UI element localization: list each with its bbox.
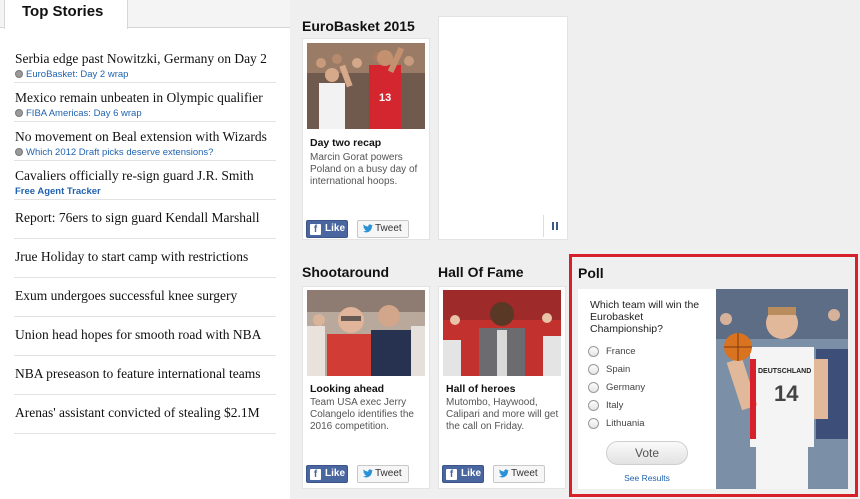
coaches-image: [307, 290, 425, 376]
card-headline[interactable]: Day two recap: [310, 137, 381, 149]
card-summary: Mutombo, Haywood, Calipari and more will…: [446, 397, 559, 432]
card-summary: Team USA exec Jerry Colangelo identifies…: [310, 397, 414, 432]
radio-button[interactable]: [588, 382, 599, 393]
svg-text:13: 13: [379, 92, 391, 104]
story-item[interactable]: Exum undergoes successful knee surgery: [14, 278, 276, 317]
poll-option-spain[interactable]: Spain: [588, 363, 698, 377]
radio-button[interactable]: [588, 400, 599, 411]
shootaround-photo[interactable]: [307, 290, 425, 376]
poll-option-germany[interactable]: Germany: [588, 381, 698, 395]
eurobasket-photo[interactable]: 13: [307, 43, 425, 129]
facebook-like-button[interactable]: f Like: [442, 465, 484, 483]
top-stories-panel: Top Stories Serbia edge past Nowitzki, G…: [0, 0, 290, 499]
germany-player-image: DEUTSCHLAND 14: [716, 289, 848, 489]
card-headline[interactable]: Hall of heroes: [446, 383, 515, 395]
dot-icon: [15, 148, 23, 156]
story-sublink[interactable]: Free Agent Tracker: [15, 186, 101, 197]
story-item[interactable]: Cavaliers officially re-sign guard J.R. …: [14, 161, 276, 200]
facebook-like-button[interactable]: f Like: [306, 465, 348, 483]
poll-option-italy[interactable]: Italy: [588, 399, 698, 413]
hall-of-fame-photo[interactable]: [443, 290, 561, 376]
dot-icon: [15, 70, 23, 78]
radio-button[interactable]: [588, 418, 599, 429]
story-item[interactable]: No movement on Beal extension with Wizar…: [14, 122, 276, 161]
story-headline[interactable]: Exum undergoes successful knee surgery: [15, 288, 237, 304]
tweet-button[interactable]: Tweet: [493, 465, 545, 483]
poll-widget: Which team will win the Eurobasket Champ…: [578, 289, 848, 489]
story-headline[interactable]: Jrue Holiday to start camp with restrict…: [15, 249, 248, 265]
tab-top-stories-label: Top Stories: [22, 3, 104, 20]
section-title-hall-of-fame: Hall Of Fame: [438, 264, 524, 280]
story-item[interactable]: Union head hopes for smooth road with NB…: [14, 317, 276, 356]
ad-panel: [438, 16, 568, 240]
story-item[interactable]: Arenas' assistant convicted of stealing …: [14, 395, 276, 434]
card-shootaround[interactable]: Looking ahead Team USA exec Jerry Colang…: [302, 286, 430, 489]
pause-icon: [552, 222, 554, 230]
story-headline[interactable]: Mexico remain unbeaten in Olympic qualif…: [15, 90, 263, 106]
basketball-players-image: 13: [307, 43, 425, 129]
story-headline[interactable]: Union head hopes for smooth road with NB…: [15, 327, 261, 343]
facebook-icon: f: [310, 224, 321, 235]
poll-question: Which team will win the Eurobasket Champ…: [590, 299, 700, 335]
svg-text:14: 14: [774, 381, 799, 406]
section-title-shootaround: Shootaround: [302, 264, 390, 280]
story-headline[interactable]: NBA preseason to feature international t…: [15, 366, 261, 382]
facebook-icon: f: [310, 469, 321, 480]
card-headline[interactable]: Looking ahead: [310, 383, 384, 395]
tweet-button[interactable]: Tweet: [357, 220, 409, 238]
radio-button[interactable]: [588, 364, 599, 375]
dot-icon: [15, 109, 23, 117]
facebook-like-button[interactable]: f Like: [306, 220, 348, 238]
radio-button[interactable]: [588, 346, 599, 357]
story-item[interactable]: NBA preseason to feature international t…: [14, 356, 276, 395]
stories-tab-bar: Top Stories: [0, 0, 290, 29]
story-item[interactable]: Jrue Holiday to start camp with restrict…: [14, 239, 276, 278]
card-summary: Marcin Gorat powers Poland on a busy day…: [310, 152, 418, 187]
card-hall-of-fame[interactable]: Hall of heroes Mutombo, Haywood, Calipar…: [438, 286, 566, 489]
featured-area: EuroBasket 2015 13 Day two recap Marcin …: [290, 0, 860, 499]
poll-option-lithuania[interactable]: Lithuania: [588, 417, 698, 431]
section-title-eurobasket: EuroBasket 2015: [302, 18, 415, 34]
vote-button[interactable]: Vote: [606, 441, 688, 465]
pause-button[interactable]: [543, 215, 565, 237]
twitter-bird-icon: [363, 469, 373, 478]
card-eurobasket[interactable]: 13 Day two recap Marcin Gorat powers Pol…: [302, 38, 430, 240]
tweet-button[interactable]: Tweet: [357, 465, 409, 483]
facebook-icon: f: [446, 469, 457, 480]
story-item[interactable]: Serbia edge past Nowitzki, Germany on Da…: [14, 44, 276, 83]
tab-top-stories[interactable]: Top Stories: [4, 0, 128, 29]
story-sublink[interactable]: Which 2012 Draft picks deserve extension…: [15, 147, 213, 158]
story-headline[interactable]: Report: 76ers to sign guard Kendall Mars…: [15, 210, 259, 226]
poll-photo: DEUTSCHLAND 14: [716, 289, 848, 489]
story-sublink[interactable]: FIBA Americas: Day 6 wrap: [15, 108, 142, 119]
story-sublink[interactable]: EuroBasket: Day 2 wrap: [15, 69, 128, 80]
hall-of-fame-player-image: [443, 290, 561, 376]
story-item[interactable]: Mexico remain unbeaten in Olympic qualif…: [14, 83, 276, 122]
story-headline[interactable]: Cavaliers officially re-sign guard J.R. …: [15, 168, 254, 184]
story-headline[interactable]: Arenas' assistant convicted of stealing …: [15, 405, 260, 421]
poll-option-france[interactable]: France: [588, 345, 698, 359]
poll-title: Poll: [578, 265, 604, 281]
twitter-bird-icon: [499, 469, 509, 478]
see-results-link[interactable]: See Results: [578, 473, 716, 483]
story-headline[interactable]: Serbia edge past Nowitzki, Germany on Da…: [15, 51, 267, 67]
poll-highlight-frame: Poll Which team will win the Eurobasket …: [569, 254, 858, 497]
twitter-bird-icon: [363, 224, 373, 233]
story-headline[interactable]: No movement on Beal extension with Wizar…: [15, 129, 267, 145]
svg-text:DEUTSCHLAND: DEUTSCHLAND: [758, 368, 811, 375]
story-item[interactable]: Report: 76ers to sign guard Kendall Mars…: [14, 200, 276, 239]
